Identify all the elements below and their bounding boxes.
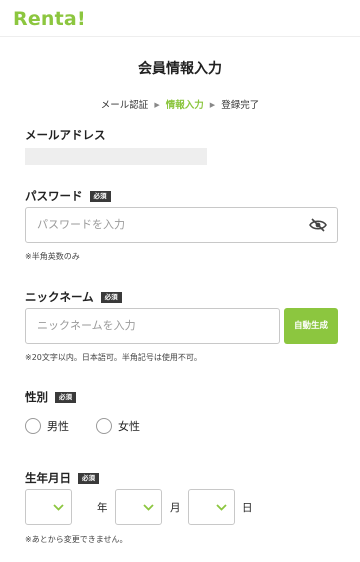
nickname-label: ニックネーム bbox=[25, 290, 94, 304]
gender-option-label: 男性 bbox=[47, 420, 69, 433]
step-info-input: 情報入力 bbox=[165, 100, 204, 111]
step-arrow-icon: ▶ bbox=[209, 101, 216, 109]
password-label-row: パスワード 必須 bbox=[25, 188, 111, 204]
nickname-placeholder: ニックネームを入力 bbox=[37, 319, 136, 332]
password-placeholder: パスワードを入力 bbox=[37, 218, 125, 231]
required-badge: 必須 bbox=[89, 191, 111, 202]
radio-circle-icon[interactable] bbox=[96, 418, 112, 434]
gender-radio-female[interactable]: 女性 bbox=[96, 418, 140, 434]
chevron-down-icon bbox=[216, 504, 227, 511]
step-email-verify: メール認証 bbox=[100, 100, 149, 111]
nickname-label-row: ニックネーム 必須 bbox=[25, 289, 122, 305]
gender-label: 性別 bbox=[25, 390, 48, 404]
birthday-label: 生年月日 bbox=[25, 471, 71, 485]
nickname-input[interactable]: ニックネームを入力 bbox=[25, 308, 280, 344]
renta-logo[interactable]: Renta! bbox=[13, 8, 86, 30]
gender-radio-male[interactable]: 男性 bbox=[25, 418, 69, 434]
chevron-down-icon bbox=[143, 504, 154, 511]
required-badge: 必須 bbox=[78, 473, 99, 484]
chevron-down-icon bbox=[53, 504, 64, 511]
required-badge: 必須 bbox=[100, 292, 122, 303]
password-note: ※半角英数のみ bbox=[25, 252, 80, 261]
year-unit: 年 bbox=[97, 502, 108, 514]
radio-circle-icon[interactable] bbox=[25, 418, 41, 434]
birthday-note: ※あとから変更できません。 bbox=[25, 535, 128, 544]
eye-slash-icon[interactable] bbox=[309, 218, 327, 232]
email-value-masked bbox=[25, 148, 207, 165]
gender-label-row: 性別 必須 bbox=[25, 389, 76, 405]
header-divider bbox=[0, 36, 360, 37]
birth-day-select[interactable] bbox=[188, 489, 235, 525]
birthday-label-row: 生年月日 必須 bbox=[25, 470, 99, 486]
nickname-note: ※20文字以内。日本語可。半角記号は使用不可。 bbox=[25, 353, 202, 362]
day-unit: 日 bbox=[242, 502, 253, 514]
birth-year-select[interactable] bbox=[25, 489, 72, 525]
gender-option-label: 女性 bbox=[118, 420, 140, 433]
page-title: 会員情報入力 bbox=[138, 61, 222, 77]
step-indicator: メール認証 ▶ 情報入力 ▶ 登録完了 bbox=[0, 97, 360, 111]
step-complete: 登録完了 bbox=[221, 100, 260, 111]
password-input[interactable]: パスワードを入力 bbox=[25, 207, 338, 243]
password-label: パスワード bbox=[25, 189, 83, 203]
month-unit: 月 bbox=[170, 502, 181, 514]
required-badge: 必須 bbox=[55, 392, 76, 403]
step-arrow-icon: ▶ bbox=[154, 101, 160, 109]
auto-generate-button[interactable]: 自動生成 bbox=[284, 308, 338, 344]
email-label: メールアドレス bbox=[25, 128, 106, 142]
birth-month-select[interactable] bbox=[115, 489, 162, 525]
